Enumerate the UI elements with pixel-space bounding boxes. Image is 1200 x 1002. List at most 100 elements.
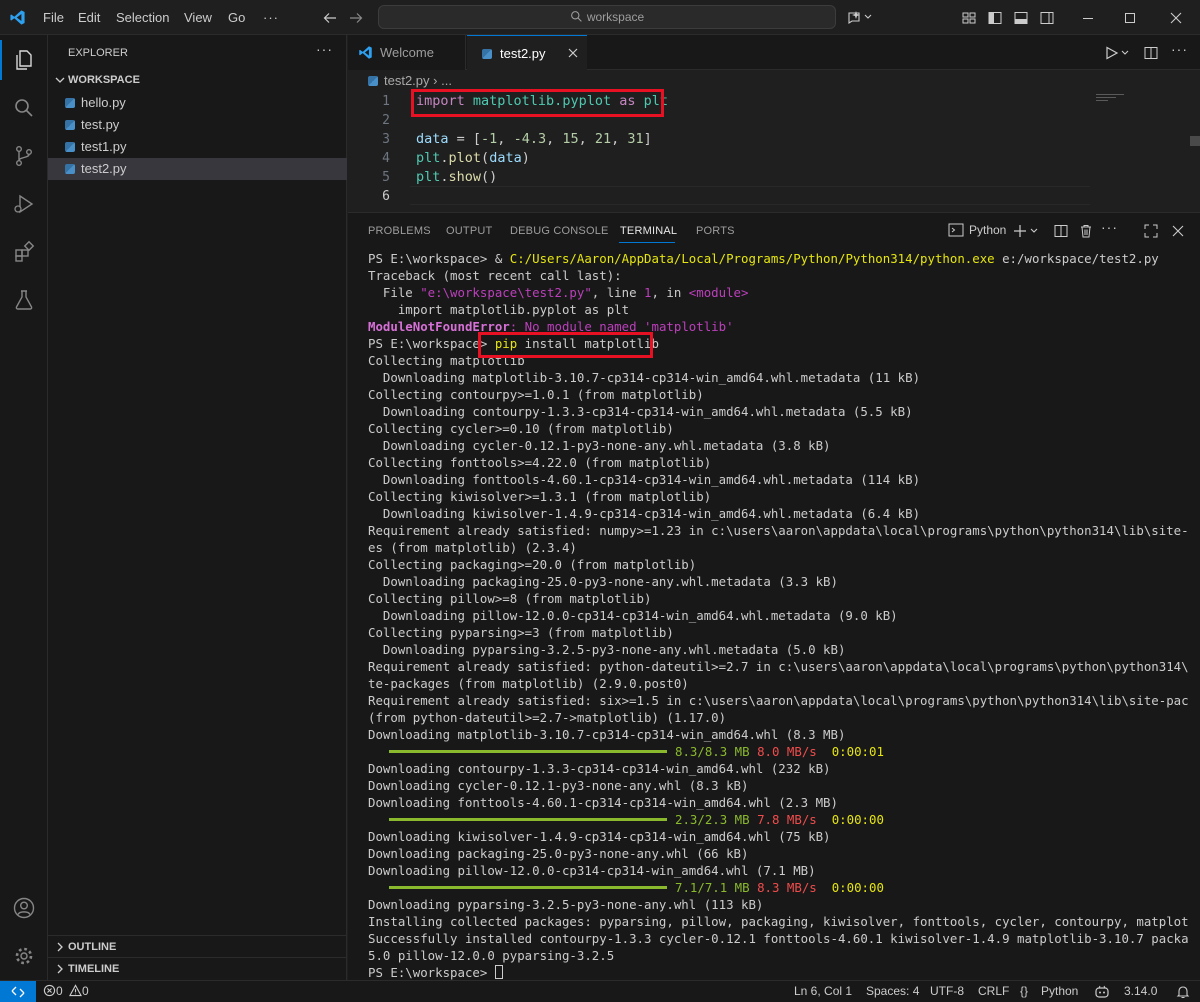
terminal-cursor bbox=[494, 965, 503, 979]
new-terminal-icon[interactable] bbox=[1013, 223, 1043, 239]
vscode-logo-icon[interactable] bbox=[9, 9, 26, 26]
minimap[interactable] bbox=[1096, 92, 1128, 106]
notifications-bell-icon[interactable] bbox=[1175, 984, 1191, 1000]
terminal-line: Downloading kiwisolver-1.4.9-cp314-cp314… bbox=[368, 506, 921, 521]
timeline-section[interactable]: TIMELINE bbox=[48, 958, 347, 980]
command-center-search[interactable]: workspace bbox=[378, 5, 836, 29]
copilot-status-icon[interactable] bbox=[1094, 984, 1110, 1000]
close-window-icon[interactable] bbox=[1168, 10, 1184, 26]
split-editor-icon[interactable] bbox=[1143, 45, 1159, 61]
remote-indicator-button[interactable] bbox=[0, 981, 36, 1002]
terminal-line: Downloading matplotlib-3.10.7-cp314-cp31… bbox=[368, 727, 846, 742]
explorer-sidebar: EXPLORER ··· WORKSPACE hello.py test.py … bbox=[48, 35, 347, 980]
close-panel-icon[interactable] bbox=[1170, 223, 1186, 239]
python-file-icon bbox=[65, 164, 75, 174]
python-version[interactable]: 3.14.0 bbox=[1124, 981, 1157, 1002]
file-item-test2[interactable]: test2.py bbox=[48, 158, 347, 180]
indentation[interactable]: Spaces: 4 bbox=[866, 981, 919, 1002]
run-python-file-icon[interactable] bbox=[1104, 45, 1132, 61]
terminal-icon bbox=[948, 223, 964, 237]
panel-more-actions[interactable]: ··· bbox=[1101, 219, 1118, 235]
cursor-position[interactable]: Ln 6, Col 1 bbox=[794, 981, 852, 1002]
breadcrumb-symbols[interactable]: ... bbox=[441, 73, 452, 88]
close-tab-icon[interactable] bbox=[567, 47, 579, 59]
editor-more-actions[interactable]: ··· bbox=[1171, 41, 1188, 57]
source-control-icon[interactable] bbox=[0, 132, 48, 180]
file-label: test2.py bbox=[81, 161, 127, 176]
run-debug-icon[interactable] bbox=[0, 180, 48, 228]
terminal-output[interactable]: PS E:\workspace> & C:/Users/Aaron/AppDat… bbox=[368, 250, 1188, 981]
end-of-line[interactable]: CRLF bbox=[978, 981, 1009, 1002]
tab-test2[interactable]: test2.py bbox=[467, 35, 587, 71]
braces-icon[interactable]: {} bbox=[1020, 981, 1028, 1002]
terminal-progress-line: 2.3/2.3 MB 7.8 MB/s 0:00:00 bbox=[368, 811, 1188, 828]
search-placeholder: workspace bbox=[586, 10, 645, 24]
toggle-secondary-sidebar-icon[interactable] bbox=[1039, 10, 1055, 26]
toggle-primary-sidebar-icon[interactable] bbox=[987, 10, 1003, 26]
explorer-title: EXPLORER bbox=[68, 47, 128, 59]
testing-flask-icon[interactable] bbox=[0, 276, 48, 324]
panel-tab-output[interactable]: OUTPUT bbox=[446, 225, 492, 237]
terminal-line: Downloading pyparsing-3.2.5-py3-none-any… bbox=[368, 642, 846, 657]
file-item-hello[interactable]: hello.py bbox=[48, 92, 347, 114]
terminal-progress-line: 8.3/8.3 MB 8.0 MB/s 0:00:01 bbox=[368, 743, 1188, 760]
minimize-icon[interactable] bbox=[1080, 10, 1096, 26]
outline-label: OUTLINE bbox=[68, 941, 117, 953]
chevron-right-icon bbox=[53, 936, 67, 958]
menu-go[interactable]: Go bbox=[221, 0, 252, 35]
code-editor[interactable]: test2.py › ... 1 2 3 4 5 6 import matplo… bbox=[348, 70, 1200, 212]
encoding[interactable]: UTF-8 bbox=[930, 981, 964, 1002]
search-icon bbox=[570, 10, 583, 23]
menu-selection[interactable]: Selection bbox=[109, 0, 176, 35]
terminal-line: Collecting packaging>=20.0 (from matplot… bbox=[368, 557, 697, 572]
copilot-icon[interactable] bbox=[847, 9, 873, 25]
panel-tab-ports[interactable]: PORTS bbox=[696, 225, 735, 237]
search-view-icon[interactable] bbox=[0, 84, 48, 132]
terminal-line: Downloading fonttools-4.60.1-cp314-cp314… bbox=[368, 472, 921, 487]
menu-file[interactable]: File bbox=[36, 0, 71, 35]
menu-view[interactable]: View bbox=[177, 0, 219, 35]
file-item-test[interactable]: test.py bbox=[48, 114, 347, 136]
language-mode[interactable]: Python bbox=[1041, 981, 1078, 1002]
manage-gear-icon[interactable] bbox=[0, 932, 48, 980]
error-icon bbox=[43, 984, 56, 997]
maximize-panel-icon[interactable] bbox=[1143, 223, 1159, 239]
forward-arrow-icon[interactable] bbox=[348, 10, 364, 26]
file-label: test1.py bbox=[81, 139, 127, 154]
breadcrumb-file[interactable]: test2.py bbox=[384, 73, 430, 88]
explorer-icon[interactable] bbox=[0, 36, 48, 84]
menu-more[interactable]: ··· bbox=[256, 0, 286, 35]
terminal-prompt-line: PS E:\workspace> bbox=[368, 964, 1188, 981]
panel-tab-terminal[interactable]: TERMINAL bbox=[620, 225, 677, 237]
panel-tab-debug-console[interactable]: DEBUG CONSOLE bbox=[510, 225, 609, 237]
terminal-line: Downloading cycler-0.12.1-py3-none-any.w… bbox=[368, 778, 749, 793]
tab-label: Welcome bbox=[380, 45, 434, 60]
bottom-panel: PROBLEMS OUTPUT DEBUG CONSOLE TERMINAL P… bbox=[348, 212, 1200, 980]
line-number: 1 bbox=[382, 94, 390, 109]
file-label: test.py bbox=[81, 117, 120, 132]
kill-terminal-trash-icon[interactable] bbox=[1078, 223, 1094, 239]
outline-section[interactable]: OUTLINE bbox=[48, 936, 347, 958]
editor-tabs: Welcome test2.py ··· bbox=[348, 35, 1200, 71]
panel-tab-problems[interactable]: PROBLEMS bbox=[368, 225, 431, 237]
split-terminal-icon[interactable] bbox=[1053, 223, 1069, 239]
menu-edit[interactable]: Edit bbox=[71, 0, 107, 35]
toggle-panel-icon[interactable] bbox=[1013, 10, 1029, 26]
file-item-test1[interactable]: test1.py bbox=[48, 136, 347, 158]
activity-bar bbox=[0, 35, 48, 980]
explorer-more-button[interactable]: ··· bbox=[316, 41, 333, 57]
workspace-folder[interactable]: WORKSPACE bbox=[48, 69, 347, 91]
accounts-icon[interactable] bbox=[0, 884, 48, 932]
terminal-line: Requirement already satisfied: six>=1.5 … bbox=[368, 693, 1188, 708]
extensions-icon[interactable] bbox=[0, 228, 48, 276]
terminal-line: Downloading pillow-12.0.0-cp314-cp314-wi… bbox=[368, 863, 816, 878]
problems-status[interactable]: 0 0 bbox=[43, 981, 89, 1002]
editor-scrollbar[interactable] bbox=[1190, 136, 1200, 146]
tab-welcome[interactable]: Welcome bbox=[348, 35, 466, 70]
chevron-right-icon bbox=[53, 958, 67, 980]
terminal-line: Requirement already satisfied: python-da… bbox=[368, 659, 1188, 674]
terminal-line: Downloading pillow-12.0.0-cp314-cp314-wi… bbox=[368, 608, 898, 623]
back-arrow-icon[interactable] bbox=[322, 10, 338, 26]
maximize-icon[interactable] bbox=[1122, 10, 1138, 26]
customize-layout-icon[interactable] bbox=[961, 10, 977, 26]
